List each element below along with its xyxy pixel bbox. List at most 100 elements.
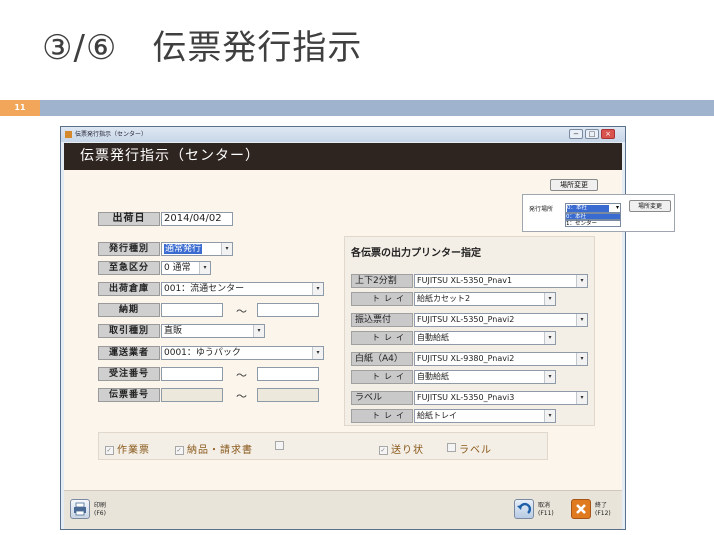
exit-button-key: (F12) (595, 510, 611, 517)
issue-type-label: 発行種別 (98, 242, 160, 256)
tray-select[interactable]: 自動給紙 ▾ (414, 370, 556, 384)
tray-select[interactable]: 給紙カセット2 ▾ (414, 292, 556, 306)
checkbox-label: 送り状 (391, 445, 424, 456)
due-date-to-input[interactable] (257, 303, 319, 317)
chevron-down-icon[interactable]: ▾ (312, 347, 323, 359)
transaction-type-select[interactable]: 直販 ▾ (161, 324, 265, 338)
popup-location-change-button[interactable]: 場所変更 (629, 200, 671, 212)
print-button[interactable]: 印刷 (F6) (70, 499, 120, 521)
exit-button[interactable]: 終了 (F12) (571, 499, 621, 521)
printer-row-label: ラベル (351, 391, 413, 405)
tray-select[interactable]: 給紙トレイ ▾ (414, 409, 556, 423)
checkbox-work-sheet[interactable]: ✓ 作業票 (105, 441, 150, 456)
printer-select[interactable]: FUJITSU XL-5350_Pnavi2 ▾ (414, 313, 588, 327)
checkbox-shipping-label[interactable]: ✓ 送り状 (379, 441, 424, 456)
chevron-down-icon[interactable]: ▾ (576, 314, 587, 326)
checkbox-checked-icon[interactable]: ✓ (379, 446, 388, 455)
urgency-select[interactable]: 0 通常 ▾ (161, 261, 211, 275)
tray-value: 自動給紙 (417, 372, 449, 381)
undo-icon (514, 499, 534, 519)
checkbox-unchecked-icon[interactable] (275, 441, 284, 450)
issue-type-select[interactable]: 通常発行 ▾ (161, 242, 233, 256)
carrier-label: 運送業者 (98, 346, 160, 360)
window-title: 伝票発行指示（センター） (75, 131, 148, 138)
checkbox-label: ラベル (459, 445, 492, 456)
slip-number-to-input[interactable] (257, 388, 319, 402)
close-button[interactable]: × (601, 129, 615, 139)
slip-number-from-input[interactable] (161, 388, 223, 402)
urgency-label: 至急区分 (98, 261, 160, 275)
issue-location-select[interactable]: 0：本社 ▾ (565, 203, 621, 213)
chevron-down-icon[interactable]: ▾ (199, 262, 210, 274)
slide-divider-bar (40, 100, 714, 116)
printer-row-label: 白紙（A4） (351, 352, 413, 366)
due-date-label: 納期 (98, 303, 160, 317)
issue-location-value: 0：本社 (567, 205, 609, 212)
printer-icon (70, 499, 90, 519)
chevron-down-icon[interactable]: ▾ (576, 275, 587, 287)
tray-value: 給紙トレイ (417, 411, 457, 420)
app-icon (65, 131, 72, 138)
slip-number-range-separator: 〜 (236, 390, 247, 403)
checkbox-label: 納品・請求書 (187, 445, 253, 456)
due-date-from-input[interactable] (161, 303, 223, 317)
cancel-button[interactable]: 取消 (F11) (514, 499, 564, 521)
chevron-down-icon[interactable]: ▾ (221, 243, 232, 255)
carrier-select[interactable]: 0001：ゆうパック ▾ (161, 346, 324, 360)
order-number-from-input[interactable] (161, 367, 223, 381)
chevron-down-icon[interactable]: ▾ (576, 353, 587, 365)
close-x-icon (571, 499, 591, 519)
warehouse-select[interactable]: 001：流通センター ▾ (161, 282, 324, 296)
chevron-down-icon[interactable]: ▾ (544, 293, 555, 305)
window-titlebar: 伝票発行指示（センター） − □ × (61, 127, 625, 142)
chevron-down-icon[interactable]: ▾ (312, 283, 323, 295)
chevron-down-icon[interactable]: ▾ (544, 332, 555, 344)
chevron-down-icon[interactable]: ▾ (253, 325, 264, 337)
cancel-button-label: 取消 (538, 502, 551, 509)
chevron-down-icon[interactable]: ▾ (576, 392, 587, 404)
printer-settings-panel: 各伝票の出力プリンター指定 上下2分割 FUJITSU XL-5350_Pnav… (344, 236, 595, 426)
checkbox-label: 作業票 (117, 445, 150, 456)
ship-date-input[interactable]: 2014/04/02 (161, 212, 233, 226)
printer-value: FUJITSU XL-5350_Pnav1 (417, 276, 513, 285)
transaction-type-value: 直販 (164, 326, 183, 336)
checkbox-delivery-invoice[interactable]: ✓ 納品・請求書 (175, 441, 253, 456)
checkbox-checked-icon[interactable]: ✓ (105, 446, 114, 455)
printer-select[interactable]: FUJITSU XL-5350_Pnav1 ▾ (414, 274, 588, 288)
page-number: 11 (0, 100, 40, 116)
minimize-button[interactable]: − (569, 129, 583, 139)
form-header: 伝票発行指示（センター） (64, 143, 622, 170)
carrier-value: 0001：ゆうパック (164, 348, 241, 358)
chevron-down-icon[interactable]: ▾ (544, 410, 555, 422)
checkbox-unchecked-icon[interactable] (447, 443, 456, 452)
footer-toolbar: 印刷 (F6) 取消 (F11) 終了 (F12) (64, 490, 622, 529)
due-date-range-separator: 〜 (236, 305, 247, 318)
order-number-range-separator: 〜 (236, 369, 247, 382)
printer-value: FUJITSU XL-5350_Pnavi2 (417, 315, 515, 324)
printer-select[interactable]: FUJITSU XL-9380_Pnavi2 ▾ (414, 352, 588, 366)
order-number-to-input[interactable] (257, 367, 319, 381)
chevron-down-icon[interactable]: ▾ (544, 371, 555, 383)
checkbox-label-print[interactable]: ラベル (447, 441, 492, 456)
slip-number-label: 伝票番号 (98, 388, 160, 402)
printer-select[interactable]: FUJITSU XL-5350_Pnavi3 ▾ (414, 391, 588, 405)
issue-location-option[interactable]: 0：本社 (565, 213, 621, 220)
exit-button-label: 終了 (595, 502, 608, 509)
issue-type-value: 通常発行 (164, 244, 203, 254)
chevron-down-icon[interactable]: ▾ (616, 204, 619, 212)
checkbox-blank[interactable] (275, 441, 287, 454)
checkbox-checked-icon[interactable]: ✓ (175, 446, 184, 455)
issue-location-option[interactable]: 1：センター (565, 220, 621, 227)
printer-row-label: 振込票付 (351, 313, 413, 327)
urgency-value: 0 通常 (164, 263, 191, 273)
tray-label: トレイ (351, 370, 413, 384)
print-button-label: 印刷 (94, 502, 107, 509)
tray-select[interactable]: 自動給紙 ▾ (414, 331, 556, 345)
printer-panel-title: 各伝票の出力プリンター指定 (351, 248, 481, 259)
maximize-button[interactable]: □ (585, 129, 599, 139)
slide-title: ③/⑥ 伝票発行指示 (42, 28, 363, 68)
tray-value: 自動給紙 (417, 333, 449, 342)
print-button-key: (F6) (94, 510, 106, 517)
tray-label: トレイ (351, 331, 413, 345)
location-change-button[interactable]: 場所変更 (550, 179, 598, 191)
